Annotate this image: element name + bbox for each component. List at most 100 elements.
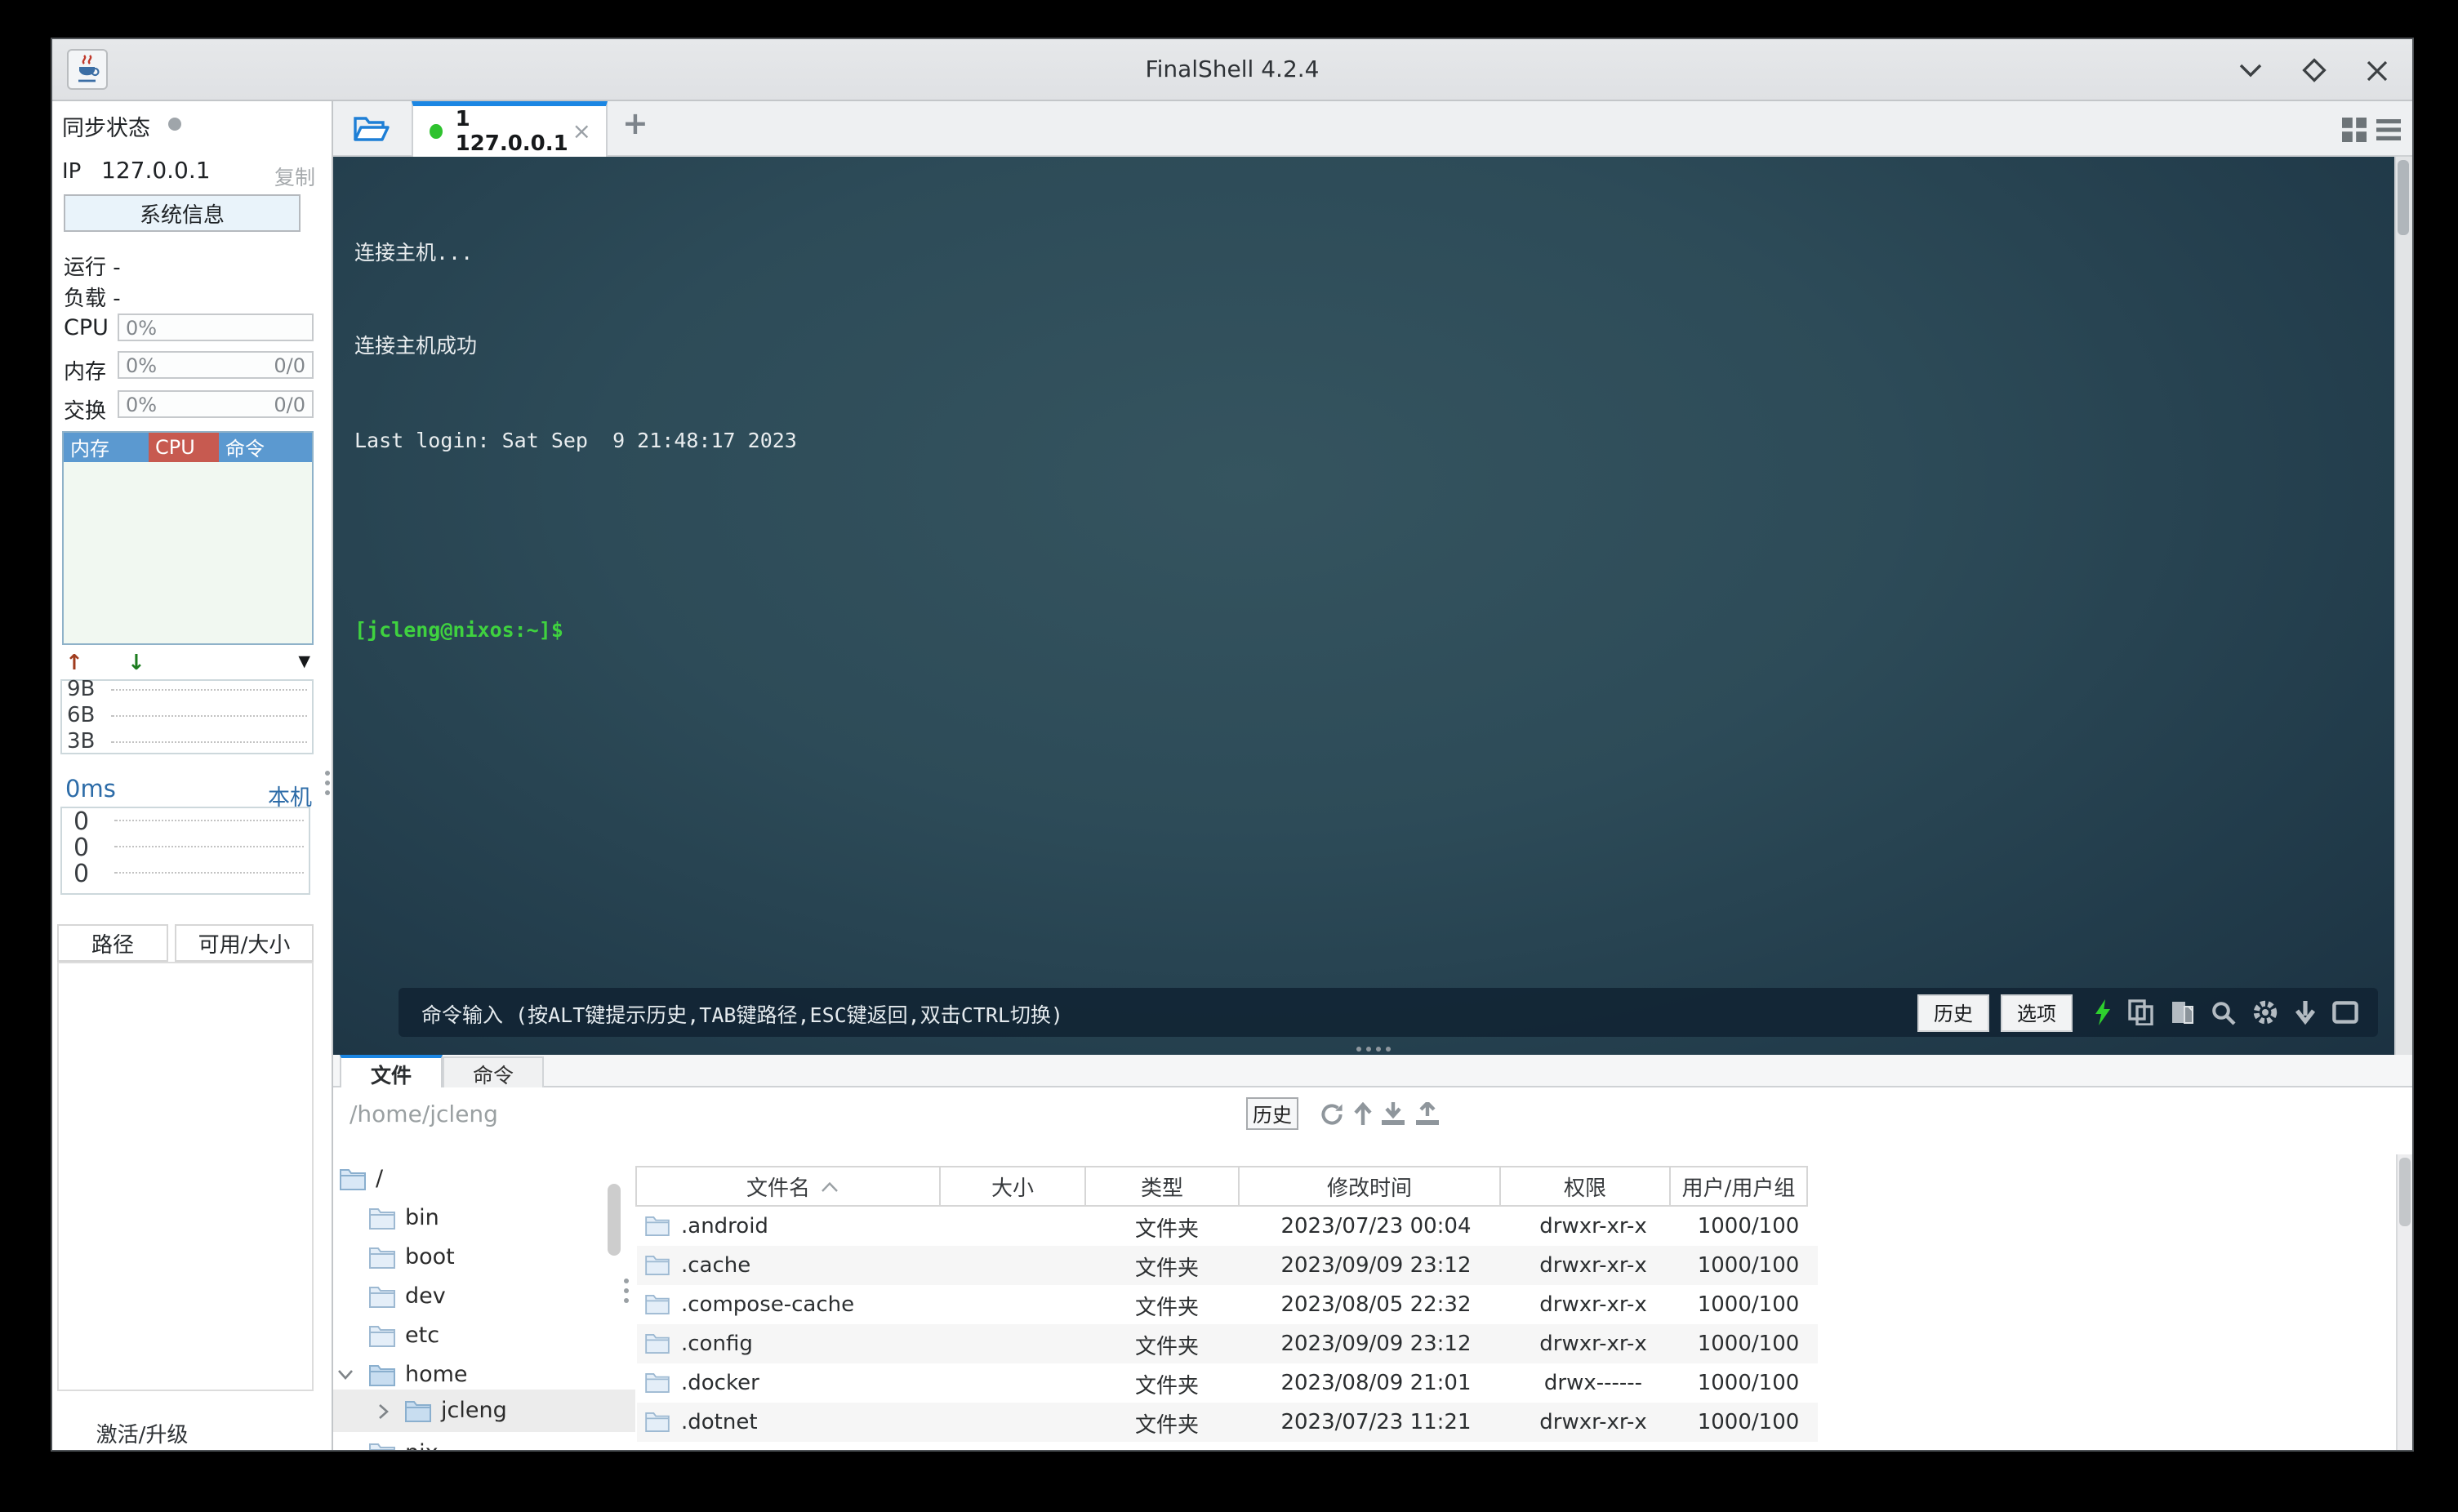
tree-label: etc <box>405 1323 439 1349</box>
process-tab-memory[interactable]: 内存 <box>64 433 149 462</box>
search-icon[interactable] <box>2211 1000 2236 1025</box>
table-row[interactable]: .cache 文件夹 2023/09/09 23:12 drwxr-xr-x 1… <box>637 1246 1818 1285</box>
new-session-button[interactable]: + <box>622 106 648 142</box>
up-directory-icon[interactable] <box>1354 1102 1372 1127</box>
terminal-prompt: [jcleng@nixos:~]$ <box>354 614 797 646</box>
tab-commands[interactable]: 命令 <box>443 1056 544 1087</box>
cpu-usage-value: 0% <box>126 316 157 339</box>
refresh-icon[interactable] <box>1320 1102 1344 1127</box>
table-row[interactable]: .docker 文件夹 2023/08/09 21:01 drwx------ … <box>637 1363 1818 1403</box>
tree-label: boot <box>405 1244 455 1270</box>
memory-ratio: 0/0 <box>274 354 305 376</box>
tree-item-etc[interactable]: etc <box>333 1316 635 1355</box>
terminal-scrollbar[interactable] <box>2394 157 2412 1055</box>
tree-item-bin[interactable]: bin <box>333 1198 635 1238</box>
copy-ip-button[interactable]: 复制 <box>274 160 315 191</box>
window-title: FinalShell 4.2.4 <box>52 39 2412 100</box>
col-mtime[interactable]: 修改时间 <box>1238 1166 1501 1207</box>
tree-item-nix[interactable]: nix <box>333 1434 635 1450</box>
scroll-down-icon[interactable] <box>2295 1000 2316 1025</box>
file-permissions: drwxr-xr-x <box>1507 1403 1679 1442</box>
upload-icon[interactable] <box>1414 1102 1441 1127</box>
system-info-button[interactable]: 系统信息 <box>64 194 301 232</box>
path-input[interactable]: /home/jcleng <box>350 1102 498 1128</box>
sidebar: 同步状态 IP 127.0.0.1 复制 系统信息 运行 - 负载 - CPU … <box>52 101 333 1450</box>
download-icon[interactable] <box>1380 1102 1406 1127</box>
net-dropdown-icon[interactable]: ▼ <box>298 653 310 671</box>
tree-item-home[interactable]: home <box>333 1355 635 1394</box>
tab-files[interactable]: 文件 <box>340 1055 443 1087</box>
ping-latency: 0ms <box>65 777 116 803</box>
process-tab-command[interactable]: 命令 <box>219 433 312 462</box>
session-tab[interactable]: 1 127.0.0.1 × <box>412 101 608 157</box>
tree-label: home <box>405 1362 468 1388</box>
chevron-expanded-icon[interactable] <box>338 1370 353 1380</box>
command-options-button[interactable]: 选项 <box>2001 994 2073 1031</box>
command-input-placeholder[interactable]: 命令输入 (按ALT键提示历史,TAB键路径,ESC键返回,双击CTRL切换) <box>421 997 1906 1028</box>
file-permissions: drwxr-xr-x <box>1507 1285 1679 1324</box>
table-row[interactable]: .android 文件夹 2023/07/23 00:04 drwxr-xr-x… <box>637 1207 1818 1246</box>
terminal-scrollbar-thumb[interactable] <box>2398 160 2409 235</box>
file-size <box>942 1403 1089 1442</box>
disk-list-empty <box>57 962 314 1391</box>
file-table-scrollbar[interactable] <box>2396 1154 2412 1450</box>
command-history-button[interactable]: 历史 <box>1917 994 1989 1031</box>
swap-ratio: 0/0 <box>274 393 305 416</box>
session-connected-dot <box>430 124 443 139</box>
copy-icon[interactable] <box>2128 999 2154 1025</box>
maximize-icon[interactable] <box>2300 56 2329 85</box>
col-size[interactable]: 大小 <box>939 1166 1086 1207</box>
disk-col-path[interactable]: 路径 <box>57 924 168 962</box>
col-permissions[interactable]: 权限 <box>1499 1166 1671 1207</box>
settings-gear-icon[interactable] <box>2252 999 2278 1025</box>
file-size <box>942 1285 1089 1324</box>
terminal-screen[interactable]: 连接主机... 连接主机成功 Last login: Sat Sep 9 21:… <box>333 157 2412 1055</box>
tree-item-root[interactable]: / <box>333 1159 635 1198</box>
paste-icon[interactable] <box>2171 999 2195 1025</box>
tree-splitter-handle[interactable] <box>624 1279 629 1303</box>
sidebar-splitter-handle[interactable] <box>325 771 330 795</box>
panel-splitter-handle[interactable] <box>1356 1047 1390 1052</box>
minimize-icon[interactable] <box>2238 60 2264 80</box>
grid-layout-icon[interactable] <box>2342 118 2367 142</box>
col-type[interactable]: 类型 <box>1084 1166 1240 1207</box>
folder-icon <box>369 1286 395 1307</box>
tree-item-jcleng[interactable]: jcleng <box>333 1390 635 1432</box>
file-name: .dotnet <box>681 1410 758 1434</box>
path-history-button[interactable]: 历史 <box>1246 1097 1298 1130</box>
file-type: 文件夹 <box>1089 1207 1245 1246</box>
file-panel-tab-bar: 文件 命令 <box>333 1055 2412 1087</box>
directory-tree: / bin <box>333 1154 635 1450</box>
terminal-output: 连接主机... 连接主机成功 Last login: Sat Sep 9 21:… <box>354 173 797 709</box>
tree-item-boot[interactable]: boot <box>333 1238 635 1277</box>
col-owner[interactable]: 用户/用户组 <box>1669 1166 1808 1207</box>
file-name: .compose-cache <box>681 1292 854 1317</box>
list-layout-icon[interactable] <box>2376 118 2401 142</box>
command-input-bar[interactable]: 命令输入 (按ALT键提示历史,TAB键路径,ESC键返回,双击CTRL切换) … <box>399 988 2378 1037</box>
session-close-icon[interactable]: × <box>572 120 591 143</box>
open-folder-icon[interactable] <box>353 114 390 144</box>
window-mode-icon[interactable] <box>2332 1001 2358 1024</box>
folder-icon <box>369 1325 395 1346</box>
tree-label: dev <box>405 1283 446 1310</box>
net-tick-3b: 3B <box>67 730 95 754</box>
disk-col-avail[interactable]: 可用/大小 <box>175 924 314 962</box>
file-owner: 1000/100 <box>1679 1324 1818 1363</box>
tree-scrollbar-thumb[interactable] <box>608 1184 621 1256</box>
table-row[interactable]: .config 文件夹 2023/09/09 23:12 drwxr-xr-x … <box>637 1324 1818 1363</box>
activate-upgrade-link[interactable]: 激活/升级 <box>52 1417 232 1448</box>
file-type: 文件夹 <box>1089 1285 1245 1324</box>
file-type: 文件夹 <box>1089 1324 1245 1363</box>
tree-item-dev[interactable]: dev <box>333 1277 635 1316</box>
col-filename[interactable]: 文件名 <box>635 1166 941 1207</box>
file-table-scrollbar-thumb[interactable] <box>2399 1158 2411 1226</box>
process-tab-cpu[interactable]: CPU <box>149 433 219 462</box>
chevron-collapsed-icon[interactable] <box>379 1403 389 1418</box>
file-owner: 1000/100 <box>1679 1207 1818 1246</box>
folder-icon <box>645 1295 670 1314</box>
table-row[interactable]: .compose-cache 文件夹 2023/08/05 22:32 drwx… <box>637 1285 1818 1324</box>
quick-command-icon[interactable] <box>2094 999 2112 1025</box>
file-type: 文件夹 <box>1089 1363 1245 1403</box>
close-icon[interactable] <box>2365 58 2389 82</box>
table-row[interactable]: .dotnet 文件夹 2023/07/23 11:21 drwxr-xr-x … <box>637 1403 1818 1442</box>
